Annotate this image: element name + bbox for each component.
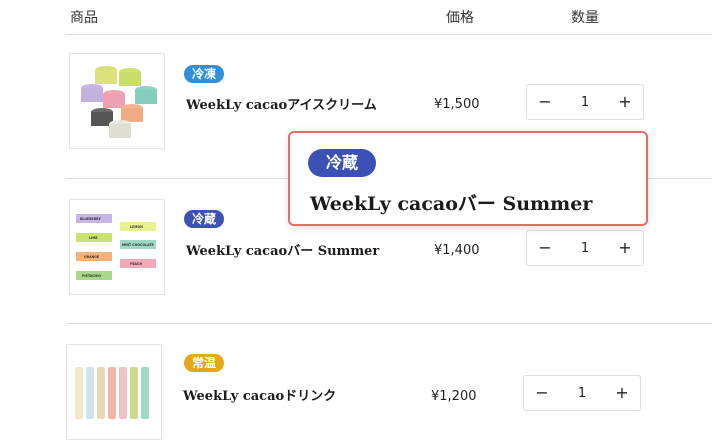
badge-refrigerated: 冷蔵 xyxy=(184,210,225,228)
ice-cream-cups-icon xyxy=(81,66,157,138)
product-image-chocolate-bars[interactable]: BLUEBERRY LEMON LIME MINT CHOCOLATE ORAN… xyxy=(69,199,165,295)
product-name-ice-cream[interactable]: WeekLy cacaoアイスクリーム xyxy=(186,94,377,113)
quantity-stepper-ice-cream[interactable]: − 1 + xyxy=(526,84,644,120)
price-drink: ¥1,200 xyxy=(431,389,477,404)
increment-button[interactable]: + xyxy=(607,231,643,265)
quantity-value[interactable]: 1 xyxy=(563,95,607,110)
row-divider xyxy=(66,323,712,324)
price-chocolate-bar: ¥1,400 xyxy=(434,243,480,258)
column-header-quantity: 数量 xyxy=(571,10,599,26)
svg-text:LEMON: LEMON xyxy=(130,225,143,229)
product-name-drink[interactable]: WeekLy cacaoドリンク xyxy=(183,385,336,404)
column-header-product: 商品 xyxy=(70,10,98,26)
product-image-ice-cream[interactable] xyxy=(69,53,165,149)
product-name-chocolate-bar[interactable]: WeekLy cacaoバー Summer xyxy=(186,240,379,259)
quantity-value[interactable]: 1 xyxy=(563,241,607,256)
badge-room-temperature: 常温 xyxy=(184,354,225,372)
zoom-product-name: WeekLy cacaoバー Summer xyxy=(310,193,593,215)
product-image-drink[interactable] xyxy=(66,344,162,440)
svg-text:BLUEBERRY: BLUEBERRY xyxy=(80,217,101,221)
increment-button[interactable]: + xyxy=(604,376,640,410)
decrement-button[interactable]: − xyxy=(527,85,563,119)
svg-text:ORANGE: ORANGE xyxy=(84,255,99,259)
column-header-price: 価格 xyxy=(446,10,474,26)
svg-text:MINT CHOCOLATE: MINT CHOCOLATE xyxy=(122,243,154,247)
decrement-button[interactable]: − xyxy=(527,231,563,265)
svg-text:LIME: LIME xyxy=(89,236,98,240)
svg-text:PEACH: PEACH xyxy=(130,262,142,266)
header-divider xyxy=(66,34,712,35)
svg-text:PISTACHIO: PISTACHIO xyxy=(82,274,101,278)
chocolate-bars-icon: BLUEBERRY LEMON LIME MINT CHOCOLATE ORAN… xyxy=(76,214,156,280)
zoom-callout: 冷蔵 WeekLy cacaoバー Summer xyxy=(288,131,648,226)
badge-frozen: 冷凍 xyxy=(184,65,225,83)
quantity-value[interactable]: 1 xyxy=(560,386,604,401)
quantity-stepper-chocolate-bar[interactable]: − 1 + xyxy=(526,230,644,266)
decrement-button[interactable]: − xyxy=(524,376,560,410)
price-ice-cream: ¥1,500 xyxy=(434,97,480,112)
increment-button[interactable]: + xyxy=(607,85,643,119)
quantity-stepper-drink[interactable]: − 1 + xyxy=(523,375,641,411)
drink-bottles-icon xyxy=(75,367,149,419)
zoom-badge-refrigerated: 冷蔵 xyxy=(308,149,377,177)
